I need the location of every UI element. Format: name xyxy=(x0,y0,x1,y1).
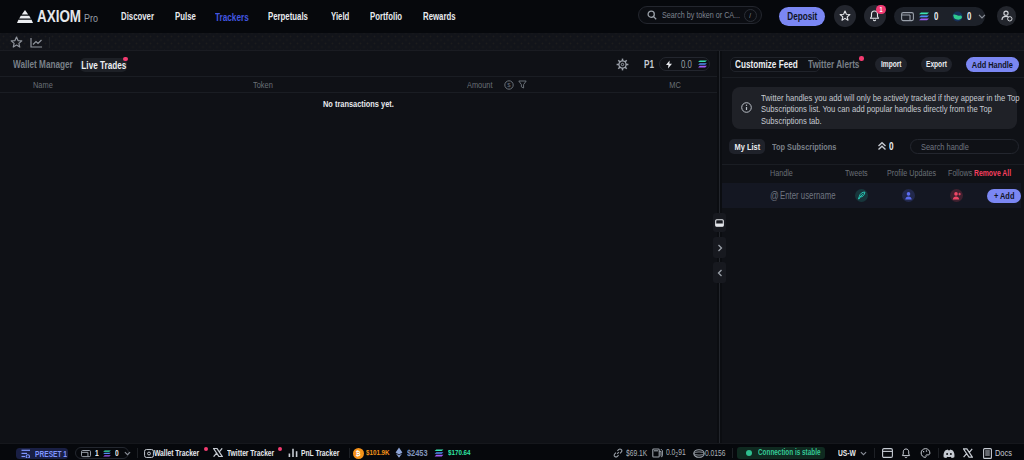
svg-text:$: $ xyxy=(507,82,511,88)
